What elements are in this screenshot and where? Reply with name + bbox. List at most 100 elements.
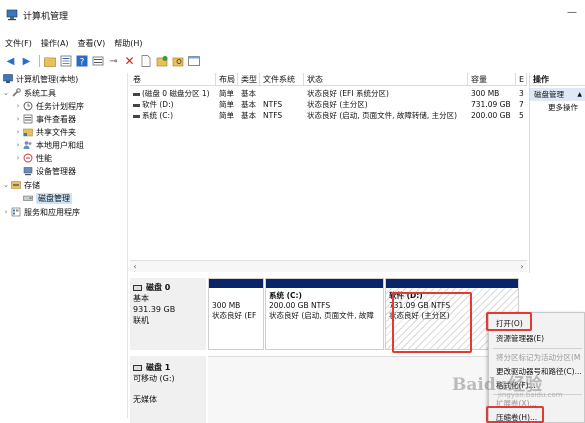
disk-name: 磁盘 1 — [146, 363, 171, 372]
cell-status: 状态良好 (主分区) — [307, 100, 368, 109]
tree-item-task-scheduler[interactable]: › 任务计划程序 — [14, 100, 84, 112]
cell-volume: (磁盘 0 磁盘分区 1) — [130, 88, 216, 99]
list-view-icon[interactable] — [91, 55, 104, 68]
tree-item-local-users[interactable]: › 本地用户和组 — [14, 139, 84, 151]
cell-layout: 简单 — [219, 89, 234, 98]
cell-capacity: 300 MB — [471, 89, 500, 98]
menu-file[interactable]: 文件(F) — [5, 37, 32, 51]
actions-header: 操作 — [530, 73, 585, 86]
disk-name: 磁盘 0 — [146, 283, 171, 292]
forward-arrow-icon[interactable]: ▶ — [20, 55, 33, 68]
connect-icon[interactable]: ⊸ — [107, 55, 120, 68]
chevron-right-icon[interactable]: › — [14, 128, 22, 136]
collapse-icon[interactable]: ▲ — [577, 88, 582, 101]
partition-system-c[interactable]: 系统 (C:) 200.00 GB NTFS 状态良好 (启动, 页面文件, 故… — [265, 278, 384, 350]
users-icon — [23, 140, 33, 150]
column-header-filesystem[interactable]: 文件系统 — [260, 73, 304, 86]
add-folder-icon[interactable] — [155, 55, 168, 68]
column-header-volume[interactable]: 卷 — [130, 73, 216, 86]
scroll-right-icon[interactable]: › — [517, 261, 527, 273]
tree-item-disk-management[interactable]: 磁盘管理 — [22, 192, 72, 204]
column-header-type[interactable]: 类型 — [238, 73, 260, 86]
title-bar: 计算机管理 — — [0, 0, 585, 30]
storage-icon — [11, 180, 21, 190]
performance-icon — [23, 153, 33, 163]
cell-layout: 简单 — [219, 100, 234, 109]
tree-item-storage[interactable]: ⌄ 存储 — [2, 179, 40, 191]
cell-status: 状态良好 (EFI 系统分区) — [307, 89, 389, 98]
tree-item-label: 设备管理器 — [36, 166, 76, 176]
back-arrow-icon[interactable]: ◀ — [4, 55, 17, 68]
tree-item-label: 本地用户和组 — [36, 140, 84, 150]
services-icon — [11, 207, 21, 217]
search-folder-icon[interactable] — [171, 55, 184, 68]
disk-type: 基本 — [133, 294, 149, 303]
menu-item-mark-active: 将分区标记为活动分区(M — [496, 353, 581, 362]
tree-item-label: 存储 — [24, 180, 40, 190]
more-actions-link[interactable]: 更多操作 — [530, 101, 585, 115]
console-icon[interactable] — [187, 55, 200, 68]
partition-size: 300 MB — [212, 301, 241, 310]
tree-item-label: 计算机管理(本地) — [16, 74, 79, 84]
table-row[interactable]: 软件 (D:) 简单 基本 NTFS 状态良好 (主分区) 731.09 GB … — [130, 99, 527, 110]
disk-icon — [133, 284, 142, 291]
chevron-down-icon[interactable]: ⌄ — [2, 89, 10, 97]
menu-item-explorer[interactable]: 资源管理器(E) — [489, 332, 585, 346]
tree-item-computer-management[interactable]: 计算机管理(本地) — [2, 73, 78, 85]
document-icon[interactable] — [139, 55, 152, 68]
cell-layout: 简单 — [219, 111, 234, 120]
highlight-box-open — [486, 312, 532, 331]
tree-item-system-tools[interactable]: ⌄ 系统工具 — [2, 87, 56, 99]
disk-icon — [133, 364, 142, 371]
navigation-tree: 计算机管理(本地) ⌄ 系统工具 › 任务计划程序 › 事件查看器 › 共享文件… — [0, 73, 128, 418]
column-header-status[interactable]: 状态 — [304, 73, 468, 86]
tree-item-event-viewer[interactable]: › 事件查看器 — [14, 113, 76, 125]
disk-0-info[interactable]: 磁盘 0 基本 931.39 GB 联机 — [130, 278, 206, 350]
chevron-right-icon[interactable]: › — [14, 102, 22, 110]
column-header-free[interactable]: E — [516, 73, 527, 86]
chevron-right-icon[interactable]: › — [14, 141, 22, 149]
tree-item-device-manager[interactable]: 设备管理器 — [22, 165, 76, 177]
up-folder-icon[interactable] — [43, 55, 56, 68]
actions-pane: 操作 磁盘管理 ▲ 更多操作 — [529, 73, 585, 273]
delete-icon[interactable]: ✕ — [123, 54, 136, 68]
partition-name — [212, 291, 260, 301]
tree-item-services-apps[interactable]: › 服务和应用程序 — [2, 206, 80, 218]
menu-action[interactable]: 操作(A) — [41, 37, 69, 51]
chevron-down-icon[interactable]: ⌄ — [2, 181, 10, 189]
svg-text:?: ? — [79, 58, 84, 68]
tree-item-label: 任务计划程序 — [36, 101, 84, 111]
column-header-layout[interactable]: 布局 — [216, 73, 238, 86]
cell-volume: 系统 (C:) — [130, 110, 216, 121]
tree-item-shared-folders[interactable]: › 共享文件夹 — [14, 126, 76, 138]
partition-band — [209, 279, 263, 288]
table-row[interactable]: (磁盘 0 磁盘分区 1) 简单 基本 状态良好 (EFI 系统分区) 300 … — [130, 88, 527, 99]
partition-status: 状态良好 (EF — [212, 311, 257, 320]
tree-item-label: 系统工具 — [24, 88, 56, 98]
tree-item-label: 磁盘管理 — [36, 192, 72, 204]
horizontal-scrollbar[interactable]: ‹ › — [130, 260, 527, 272]
chevron-right-icon[interactable]: › — [14, 154, 22, 162]
help-icon[interactable]: ? — [75, 55, 88, 68]
chevron-right-icon[interactable]: › — [2, 208, 10, 216]
properties-icon[interactable] — [59, 55, 72, 68]
menu-help[interactable]: 帮助(H) — [114, 37, 142, 51]
minimize-button[interactable]: — — [567, 8, 577, 18]
chevron-right-icon[interactable]: › — [14, 115, 22, 123]
scroll-left-icon[interactable]: ‹ — [130, 261, 140, 273]
disk-1-info[interactable]: 磁盘 1 可移动 (G:) 无媒体 — [130, 356, 206, 423]
tree-item-performance[interactable]: › 性能 — [14, 152, 52, 164]
column-header-capacity[interactable]: 容量 — [468, 73, 516, 86]
toolbar-separator — [39, 55, 40, 67]
partition-efi[interactable]: 300 MB 状态良好 (EF — [208, 278, 264, 350]
cell-filesystem: NTFS — [263, 111, 283, 120]
menu-view[interactable]: 查看(V) — [78, 37, 106, 51]
disk-management-icon — [23, 193, 33, 203]
computer-management-icon — [6, 9, 18, 21]
table-row[interactable]: 系统 (C:) 简单 基本 NTFS 状态良好 (启动, 页面文件, 故障转储,… — [130, 110, 527, 121]
cell-free: 7 — [519, 100, 524, 109]
highlight-box-shrink — [486, 406, 544, 423]
actions-section-disk-management[interactable]: 磁盘管理 ▲ — [530, 88, 585, 101]
device-manager-icon — [23, 166, 33, 176]
highlight-box-partition-d — [392, 292, 472, 353]
